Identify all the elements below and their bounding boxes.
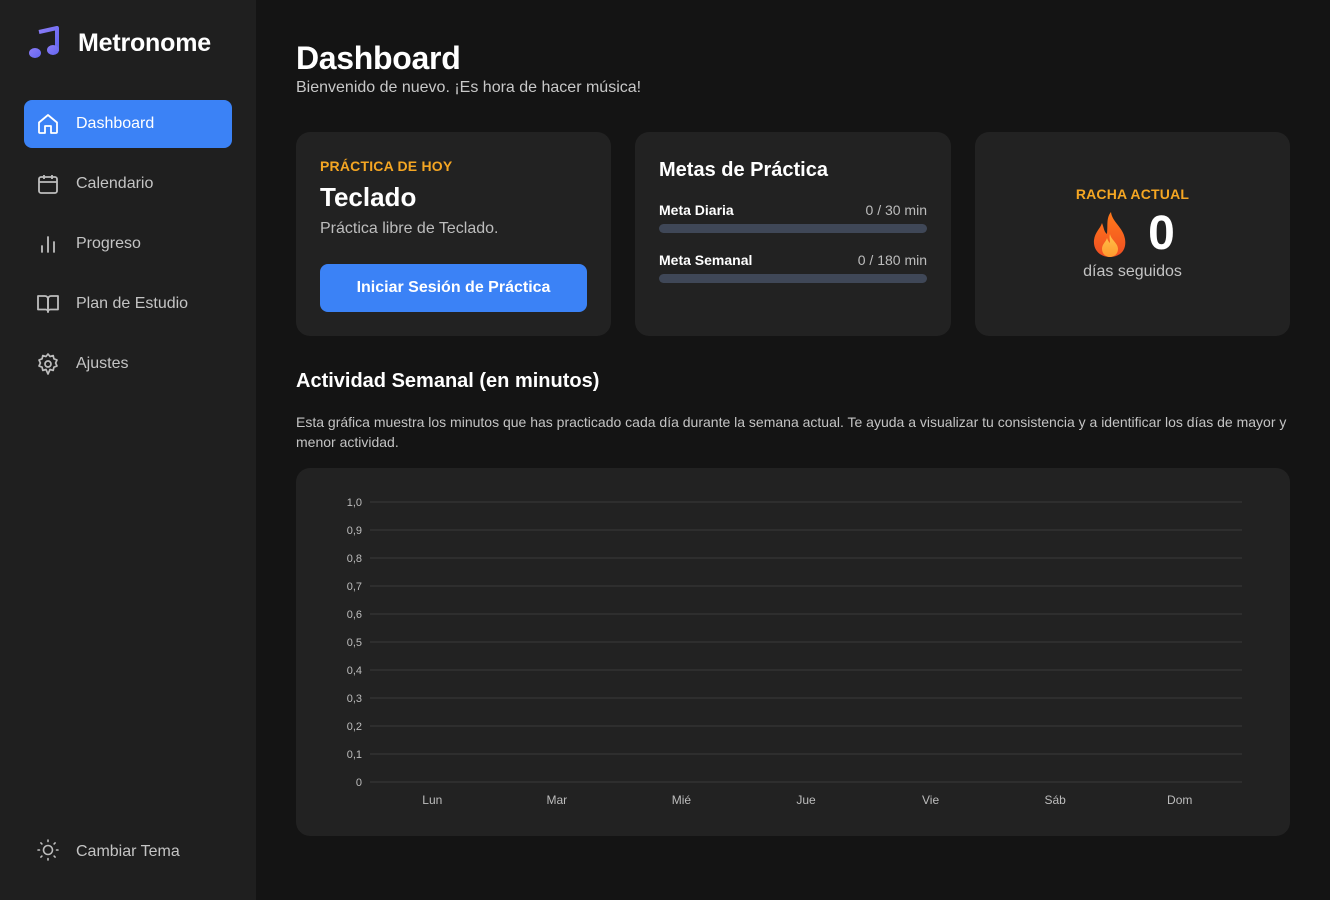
daily-goal-progress-bar (659, 224, 927, 233)
home-icon (36, 112, 60, 136)
goal-label: Meta Diaria (659, 202, 734, 218)
theme-toggle-label: Cambiar Tema (76, 843, 180, 860)
today-practice-card: PRÁCTICA DE HOY Teclado Práctica libre d… (296, 132, 611, 336)
sidebar-item-label: Calendario (76, 175, 154, 192)
x-tick-label: Lun (422, 793, 442, 807)
brand[interactable]: Metronome (28, 26, 211, 60)
y-tick-label: 0,6 (347, 609, 362, 621)
sidebar-nav: Dashboard Calendario Progreso Plan de Es… (24, 100, 232, 400)
activity-description: Esta gráfica muestra los minutos que has… (296, 414, 1287, 450)
current-streak-card: RACHA ACTUAL 0 días seguidos (975, 132, 1290, 336)
sidebar-item-calendario[interactable]: Calendario (24, 160, 232, 208)
sidebar-item-plan-de-estudio[interactable]: Plan de Estudio (24, 280, 232, 328)
page-title: Dashboard (296, 40, 461, 76)
x-tick-label: Sáb (1044, 793, 1066, 807)
goal-value: 0 / 30 min (865, 202, 927, 218)
sidebar-item-progreso[interactable]: Progreso (24, 220, 232, 268)
today-eyebrow: PRÁCTICA DE HOY (320, 158, 453, 174)
theme-toggle-button[interactable]: Cambiar Tema (24, 828, 232, 876)
x-tick-label: Vie (922, 793, 939, 807)
sidebar: Metronome Dashboard Calendario Progreso … (0, 0, 256, 900)
sidebar-item-label: Plan de Estudio (76, 295, 189, 312)
today-description: Práctica libre de Teclado. (320, 220, 499, 237)
y-tick-label: 0,1 (347, 749, 362, 761)
calendar-icon (36, 172, 60, 196)
sidebar-item-label: Ajustes (76, 355, 129, 372)
streak-row: 0 (975, 210, 1290, 258)
y-tick-label: 0,9 (347, 525, 362, 537)
weekly-goal-progress-bar (659, 274, 927, 283)
book-icon (36, 292, 60, 316)
goals-title: Metas de Práctica (659, 159, 828, 181)
start-practice-button[interactable]: Iniciar Sesión de Práctica (320, 264, 587, 312)
chart-svg: 0 0,1 0,2 0,3 0,4 0,5 0,6 0,7 0,8 0,9 1,0 Lun Mar Mié… (347, 497, 1242, 807)
y-tick-label: 0,5 (347, 637, 362, 649)
sidebar-item-label: Progreso (76, 235, 141, 252)
sun-icon (36, 838, 60, 867)
daily-goal: Meta Diaria 0 / 30 min (659, 202, 927, 233)
goal-value: 0 / 180 min (857, 252, 927, 268)
fire-icon (1094, 212, 1126, 257)
practice-goals-card: Metas de Práctica Meta Diaria 0 / 30 min… (635, 132, 951, 336)
goal-label: Meta Semanal (659, 252, 753, 268)
bar-chart-icon (36, 232, 60, 256)
x-tick-label: Mar (547, 793, 568, 807)
weekly-activity-chart: 0 0,1 0,2 0,3 0,4 0,5 0,6 0,7 0,8 0,9 1,0 Lun Mar Mié… (296, 468, 1290, 836)
app-name: Metronome (78, 28, 211, 57)
y-tick-label: 0 (356, 777, 362, 789)
streak-eyebrow: RACHA ACTUAL (1075, 186, 1190, 202)
sidebar-item-ajustes[interactable]: Ajustes (24, 340, 232, 388)
sidebar-item-label: Dashboard (76, 115, 155, 132)
x-tick-label: Mié (672, 793, 692, 807)
y-tick-label: 1,0 (347, 497, 362, 509)
weekly-goal: Meta Semanal 0 / 180 min (659, 252, 927, 283)
streak-count: 0 (1148, 207, 1175, 260)
today-instrument: Teclado (320, 182, 417, 212)
y-tick-label: 0,2 (347, 721, 362, 733)
page-subtitle: Bienvenido de nuevo. ¡Es hora de hacer m… (296, 79, 642, 96)
sidebar-item-dashboard[interactable]: Dashboard (24, 100, 232, 148)
x-tick-label: Dom (1167, 793, 1192, 807)
y-tick-label: 0,8 (347, 553, 362, 565)
y-tick-label: 0,7 (347, 581, 362, 593)
music-note-icon (29, 26, 59, 58)
x-tick-label: Jue (796, 793, 816, 807)
y-tick-label: 0,3 (347, 693, 362, 705)
activity-title: Actividad Semanal (en minutos) (296, 370, 600, 392)
y-tick-label: 0,4 (347, 665, 362, 677)
streak-caption: días seguidos (1083, 263, 1182, 280)
gear-icon (36, 352, 60, 376)
